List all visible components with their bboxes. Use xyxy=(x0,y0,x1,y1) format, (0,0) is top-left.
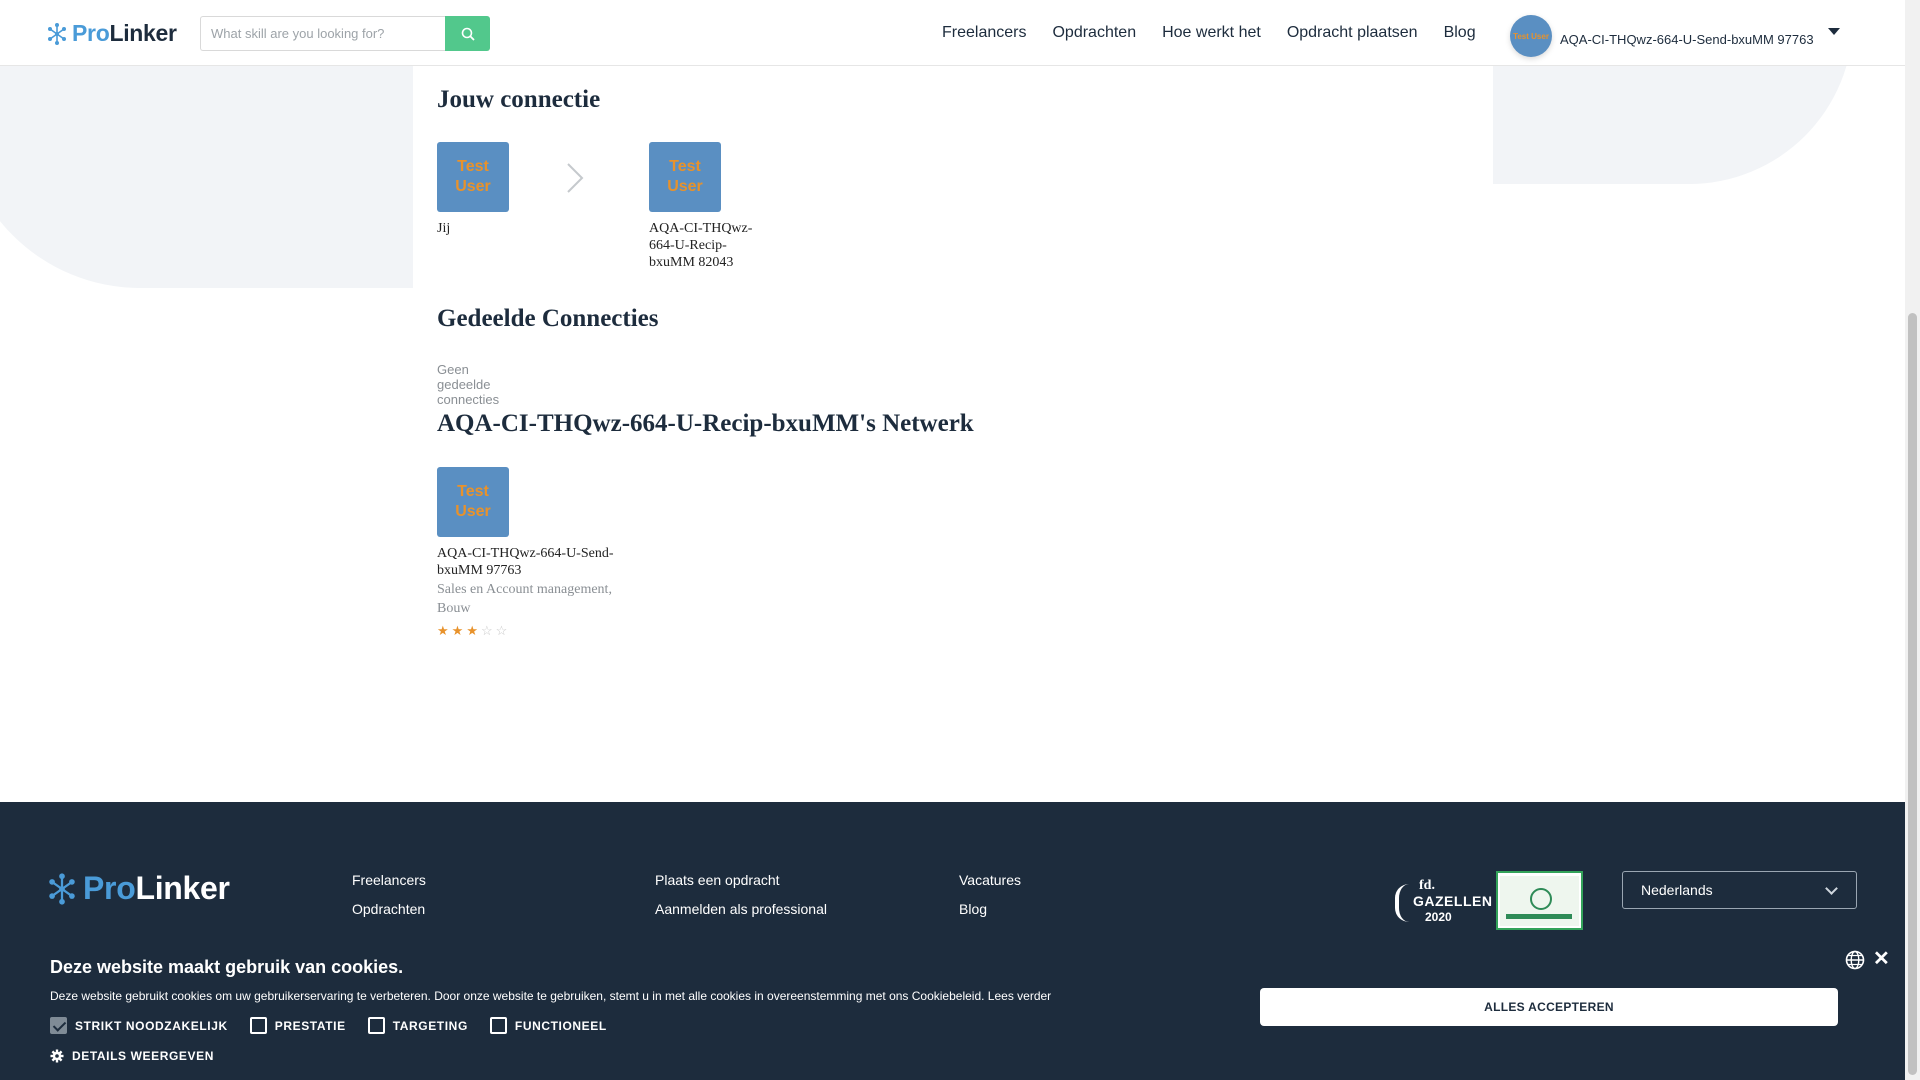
site-header: ProLinker Freelancers Opdrachten Hoe wer… xyxy=(0,0,1905,66)
logo-text-pro: Pro xyxy=(83,870,136,906)
language-select[interactable]: Nederlands xyxy=(1622,871,1857,909)
user-avatar[interactable]: Test User xyxy=(1510,15,1552,57)
logo-wordmark: ProLinker xyxy=(72,20,177,47)
accept-all-button[interactable]: ALLES ACCEPTEREN xyxy=(1260,988,1838,1026)
chevron-right-icon xyxy=(567,163,584,193)
shared-connections-title: Gedeelde Connecties xyxy=(437,305,659,332)
main-nav: Freelancers Opdrachten Hoe werkt het Opd… xyxy=(942,0,1502,66)
cookie-option-label: STRIKT NOODZAKELIJK xyxy=(75,1018,228,1033)
search-button[interactable] xyxy=(445,16,490,51)
caret-down-icon[interactable] xyxy=(1827,27,1840,35)
gazellen-swirl xyxy=(1395,884,1413,922)
nav-freelancers[interactable]: Freelancers xyxy=(942,24,1026,42)
checkbox[interactable] xyxy=(50,1017,67,1034)
search-icon xyxy=(461,27,475,41)
nav-opdrachten[interactable]: Opdrachten xyxy=(1052,24,1136,42)
avatar-text-line1: Test xyxy=(457,158,489,175)
wreath-icon xyxy=(1530,887,1552,910)
avatar-text-line1: Test xyxy=(457,483,489,500)
gazellen-year: 2020 xyxy=(1425,910,1452,924)
star-filled-icon: ★ xyxy=(451,623,464,638)
your-connection-title: Jouw connectie xyxy=(437,86,601,113)
avatar-connection[interactable]: Test User xyxy=(649,142,721,212)
footer-col-2: Plaats een opdracht Aanmelden als profes… xyxy=(655,872,827,930)
award-bar xyxy=(1506,913,1572,919)
footer-link-freelancers[interactable]: Freelancers xyxy=(352,872,426,888)
award-badge-image xyxy=(1500,875,1579,926)
footer-link-opdrachten[interactable]: Opdrachten xyxy=(352,901,426,917)
logo-text-pro: Pro xyxy=(72,20,110,46)
fd-gazellen-badge: fd. GAZELLEN 2020 xyxy=(1395,878,1492,926)
footer-col-3: Vacatures Blog xyxy=(959,872,1021,930)
avatar-text-line1: Test xyxy=(669,158,701,175)
cookie-option-label: TARGETING xyxy=(392,1018,468,1033)
star-filled-icon: ★ xyxy=(437,623,449,638)
network-title: AQA-CI-THQwz-664-U-Recip-bxuMM's Netwerk xyxy=(437,410,974,437)
logo-text-linker: Linker xyxy=(109,20,177,46)
checkbox[interactable] xyxy=(489,1017,507,1034)
avatar-text-line2: User xyxy=(667,178,703,195)
footer-col-1: Freelancers Opdrachten xyxy=(352,872,426,930)
network-member-skills: Sales en Account management, Bouw xyxy=(437,582,612,616)
gazellen-name: GAZELLEN xyxy=(1413,893,1493,909)
avatar-you[interactable]: Test User xyxy=(437,142,509,212)
cookie-details-toggle[interactable]: DETAILS WEERGEVEN xyxy=(50,1049,214,1063)
footer-link-plaats-opdracht[interactable]: Plaats een opdracht xyxy=(655,872,827,888)
gear-icon xyxy=(50,1049,64,1063)
cookie-title: Deze website maakt gebruik van cookies. xyxy=(50,957,404,977)
cookie-option-functional[interactable]: FUNCTIONEEL xyxy=(489,1017,607,1034)
cookie-options: STRIKT NOODZAKELIJK PRESTATIE TARGETING … xyxy=(50,1017,607,1034)
star-empty-icon: ☆ xyxy=(480,623,493,638)
globe-icon[interactable] xyxy=(1845,950,1865,970)
logo-network-icon xyxy=(49,872,75,905)
cookie-banner: Deze website maakt gebruik van cookies. … xyxy=(0,937,1905,1080)
user-name[interactable]: AQA-CI-THQwz-664-U-Send-bxuMM 97763 xyxy=(1560,32,1814,47)
checkbox[interactable] xyxy=(367,1017,385,1034)
award-badge xyxy=(1496,871,1583,930)
footer-link-blog[interactable]: Blog xyxy=(959,901,1021,917)
page-scrollbar[interactable] xyxy=(1905,0,1920,1080)
cookie-option-label: PRESTATIE xyxy=(274,1018,346,1033)
cookie-text: Deze website gebruikt cookies om uw gebr… xyxy=(50,989,1052,1003)
nav-blog[interactable]: Blog xyxy=(1444,24,1476,42)
rating-stars: ★ ★ ★ ☆ ☆ xyxy=(437,624,507,637)
logo-wordmark: ProLinker xyxy=(83,870,230,907)
gazellen-brand: fd. xyxy=(1419,878,1435,893)
logo-network-icon xyxy=(48,22,66,45)
nav-opdracht-plaatsen[interactable]: Opdracht plaatsen xyxy=(1287,24,1418,42)
star-empty-icon: ☆ xyxy=(495,623,508,638)
cookie-option-strict[interactable]: STRIKT NOODZAKELIJK xyxy=(50,1017,228,1034)
avatar-network-member[interactable]: Test User xyxy=(437,467,509,537)
search-input[interactable] xyxy=(200,16,445,51)
checkbox[interactable] xyxy=(249,1017,267,1034)
logo-text-linker: Linker xyxy=(135,870,230,906)
you-label: Jij xyxy=(437,221,451,236)
cookie-option-label: FUNCTIONEEL xyxy=(514,1018,607,1033)
nav-hoe-werkt-het[interactable]: Hoe werkt het xyxy=(1162,24,1261,42)
close-icon[interactable]: ✕ xyxy=(1873,949,1890,969)
scrollbar-thumb[interactable] xyxy=(1908,313,1917,1075)
network-member-name[interactable]: AQA-CI-THQwz-664-U-Send-bxuMM 97763 xyxy=(437,545,637,579)
avatar-text-line2: User xyxy=(455,178,491,195)
prolinker-logo[interactable]: ProLinker xyxy=(47,20,177,47)
chevron-down-icon xyxy=(1825,882,1838,895)
footer-logo[interactable]: ProLinker xyxy=(47,870,230,907)
cookie-option-performance[interactable]: PRESTATIE xyxy=(249,1017,346,1034)
star-filled-icon: ★ xyxy=(466,623,478,638)
user-menu[interactable]: Test User AQA-CI-THQwz-664-U-Send-bxuMM … xyxy=(1510,15,1840,57)
details-label: DETAILS WEERGEVEN xyxy=(72,1049,214,1063)
language-value: Nederlands xyxy=(1641,882,1713,898)
footer-link-vacatures[interactable]: Vacatures xyxy=(959,872,1021,888)
shared-empty-text: Geen gedeelde connecties xyxy=(437,362,500,407)
cookie-option-targeting[interactable]: TARGETING xyxy=(367,1017,468,1034)
search-bar xyxy=(200,16,490,51)
connection-name[interactable]: AQA-CI-THQwz-664-U-Recip-bxuMM 82043 xyxy=(649,220,764,271)
avatar-text-line2: User xyxy=(455,503,491,520)
footer-link-aanmelden-professional[interactable]: Aanmelden als professional xyxy=(655,901,827,917)
